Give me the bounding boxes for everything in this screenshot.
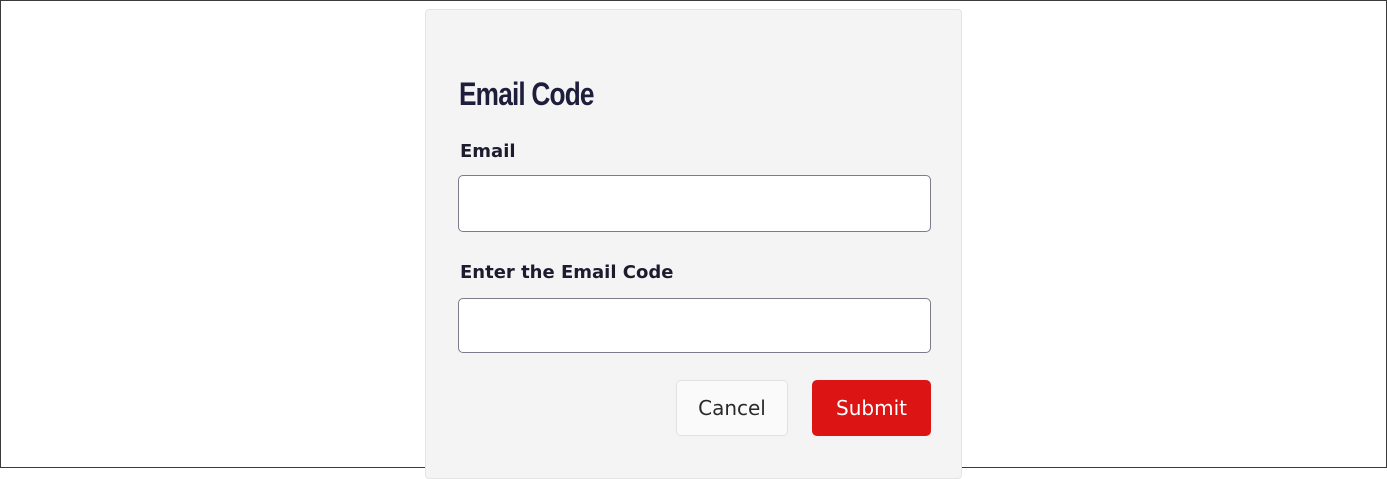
page-frame: Email Code Email Enter the Email Code Ca… — [0, 0, 1387, 479]
email-code-card: Email Code Email Enter the Email Code Ca… — [425, 9, 962, 479]
email-code-label: Enter the Email Code — [460, 262, 674, 283]
cancel-button[interactable]: Cancel — [676, 380, 788, 436]
email-field[interactable] — [458, 175, 931, 232]
form-title: Email Code — [459, 76, 595, 112]
submit-button[interactable]: Submit — [812, 380, 931, 436]
email-code-field[interactable] — [458, 298, 931, 353]
email-label: Email — [460, 141, 516, 162]
